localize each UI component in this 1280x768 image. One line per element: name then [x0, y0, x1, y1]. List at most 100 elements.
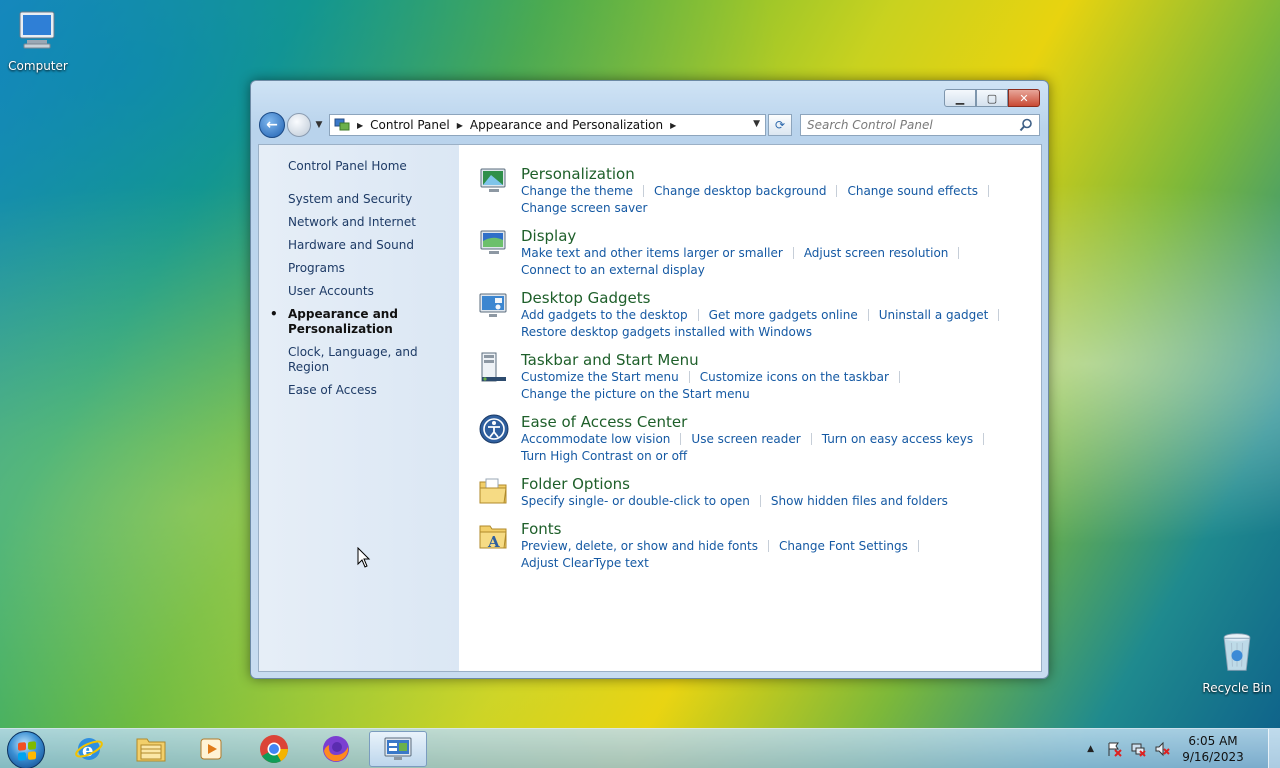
category-list: Personalization Change the theme Change …: [459, 145, 1041, 671]
link-uninstall-gadget[interactable]: Uninstall a gadget: [879, 307, 1010, 324]
desktop-icon-recycle-bin[interactable]: Recycle Bin: [1199, 630, 1275, 695]
sidebar-item-system-security[interactable]: System and Security: [259, 192, 459, 207]
category-title[interactable]: Personalization: [521, 165, 1021, 183]
back-button[interactable]: ←: [259, 112, 285, 138]
link-font-settings[interactable]: Change Font Settings: [779, 538, 929, 555]
action-center-flag-icon[interactable]: [1106, 741, 1122, 757]
link-change-screen-saver[interactable]: Change screen saver: [521, 200, 648, 217]
link-single-double-click[interactable]: Specify single- or double-click to open: [521, 493, 771, 510]
volume-muted-icon[interactable]: [1154, 741, 1170, 757]
link-customize-start-menu[interactable]: Customize the Start menu: [521, 369, 700, 386]
sidebar-item-user-accounts[interactable]: User Accounts: [259, 284, 459, 299]
link-external-display[interactable]: Connect to an external display: [521, 262, 705, 279]
sidebar-item-programs[interactable]: Programs: [259, 261, 459, 276]
category-title[interactable]: Folder Options: [521, 475, 1021, 493]
show-hidden-icons-button[interactable]: ▲: [1087, 744, 1094, 754]
taskbar-control-panel[interactable]: [369, 731, 427, 767]
breadcrumb-separator[interactable]: ▶: [357, 121, 363, 130]
category-title[interactable]: Display: [521, 227, 1021, 245]
search-input[interactable]: [807, 118, 1007, 132]
taskbar-firefox[interactable]: [307, 731, 365, 767]
category-title[interactable]: Ease of Access Center: [521, 413, 1021, 431]
search-box[interactable]: [800, 114, 1040, 136]
category-title[interactable]: Desktop Gadgets: [521, 289, 1021, 307]
computer-icon: [19, 11, 55, 49]
network-icon[interactable]: [1130, 741, 1146, 757]
window-caption-buttons: ▁ ▢ ✕: [944, 89, 1040, 107]
address-dropdown-icon[interactable]: ▼: [753, 119, 760, 129]
svg-text:A: A: [487, 533, 500, 551]
clock-time: 6:05 AM: [1188, 734, 1238, 748]
breadcrumb-appearance[interactable]: Appearance and Personalization: [470, 118, 663, 132]
address-bar[interactable]: ▶ Control Panel ▶ Appearance and Persona…: [329, 114, 766, 136]
desktop-icon-computer[interactable]: Computer: [0, 8, 76, 73]
link-get-more-gadgets[interactable]: Get more gadgets online: [709, 307, 879, 324]
sidebar-item-clock-language[interactable]: Clock, Language, and Region: [259, 345, 459, 375]
search-icon[interactable]: [1019, 118, 1033, 132]
maximize-button[interactable]: ▢: [976, 89, 1008, 107]
link-change-theme[interactable]: Change the theme: [521, 183, 654, 200]
sidebar-item-network[interactable]: Network and Internet: [259, 215, 459, 230]
chevron-down-icon: ▼: [315, 120, 323, 130]
start-button[interactable]: [7, 731, 45, 768]
refresh-button[interactable]: ⟳: [768, 114, 792, 136]
category-fonts: A Fonts Preview, delete, or show and hid…: [478, 520, 1041, 572]
link-preview-fonts[interactable]: Preview, delete, or show and hide fonts: [521, 538, 779, 555]
category-title[interactable]: Fonts: [521, 520, 1021, 538]
link-add-gadgets[interactable]: Add gadgets to the desktop: [521, 307, 709, 324]
link-change-start-picture[interactable]: Change the picture on the Start menu: [521, 386, 750, 403]
link-low-vision[interactable]: Accommodate low vision: [521, 431, 691, 448]
back-arrow-icon: ←: [266, 117, 278, 133]
link-change-desktop-background[interactable]: Change desktop background: [654, 183, 847, 200]
link-screen-resolution[interactable]: Adjust screen resolution: [804, 245, 970, 262]
file-explorer-icon: [136, 738, 166, 762]
taskbar-clock[interactable]: 6:05 AM 9/16/2023: [1178, 733, 1248, 765]
link-restore-gadgets[interactable]: Restore desktop gadgets installed with W…: [521, 324, 812, 341]
category-folder-options: Folder Options Specify single- or double…: [478, 475, 1041, 510]
taskbar: e ▲ 6:05 AM 9/16/2023: [0, 728, 1280, 768]
desktop-icon-label: Computer: [8, 59, 68, 73]
link-show-hidden-files[interactable]: Show hidden files and folders: [771, 493, 948, 510]
folder-options-icon: [479, 478, 507, 504]
minimize-button[interactable]: ▁: [944, 89, 976, 107]
category-personalization: Personalization Change the theme Change …: [478, 165, 1041, 217]
ease-of-access-icon: [479, 414, 509, 444]
category-ease-of-access: Ease of Access Center Accommodate low vi…: [478, 413, 1041, 465]
sidebar-item-home[interactable]: Control Panel Home: [259, 159, 459, 174]
forward-button[interactable]: [287, 113, 311, 137]
link-change-sound-effects[interactable]: Change sound effects: [847, 183, 999, 200]
breadcrumb-control-panel[interactable]: Control Panel: [370, 118, 450, 132]
minimize-icon: ▁: [955, 91, 965, 105]
refresh-icon: ⟳: [774, 118, 786, 132]
media-player-icon: [200, 738, 222, 760]
link-easy-access-keys[interactable]: Turn on easy access keys: [822, 431, 994, 448]
sidebar: Control Panel Home System and Security N…: [259, 145, 459, 671]
windows-logo-icon: [18, 741, 36, 761]
link-cleartype[interactable]: Adjust ClearType text: [521, 555, 649, 572]
link-screen-reader[interactable]: Use screen reader: [691, 431, 821, 448]
breadcrumb-separator[interactable]: ▶: [670, 121, 676, 130]
desktop-icon-label: Recycle Bin: [1202, 681, 1272, 695]
show-desktop-button[interactable]: [1268, 729, 1280, 768]
link-customize-taskbar-icons[interactable]: Customize icons on the taskbar: [700, 369, 910, 386]
control-panel-window: ▁ ▢ ✕ ← ▼ ▶ Control Panel ▶ Appearance a…: [250, 80, 1049, 679]
category-taskbar-start-menu: Taskbar and Start Menu Customize the Sta…: [478, 351, 1041, 403]
taskbar-chrome[interactable]: [245, 731, 303, 767]
link-high-contrast[interactable]: Turn High Contrast on or off: [521, 448, 687, 465]
link-text-size[interactable]: Make text and other items larger or smal…: [521, 245, 804, 262]
taskbar-file-explorer[interactable]: [122, 731, 180, 767]
close-button[interactable]: ✕: [1008, 89, 1040, 107]
taskbar-internet-explorer[interactable]: e: [60, 731, 118, 767]
taskbar-icon: [481, 352, 506, 382]
category-desktop-gadgets: Desktop Gadgets Add gadgets to the deskt…: [478, 289, 1041, 341]
category-title[interactable]: Taskbar and Start Menu: [521, 351, 1021, 369]
recent-pages-dropdown[interactable]: ▼: [313, 120, 325, 130]
personalization-icon: [480, 168, 506, 192]
sidebar-item-ease-of-access[interactable]: Ease of Access: [259, 383, 459, 398]
fonts-icon: A: [479, 525, 507, 551]
sidebar-item-hardware[interactable]: Hardware and Sound: [259, 238, 459, 253]
system-tray: ▲ 6:05 AM 9/16/2023: [1087, 729, 1280, 768]
breadcrumb-separator[interactable]: ▶: [457, 121, 463, 130]
maximize-icon: ▢: [986, 91, 998, 105]
taskbar-media-player[interactable]: [183, 731, 241, 767]
